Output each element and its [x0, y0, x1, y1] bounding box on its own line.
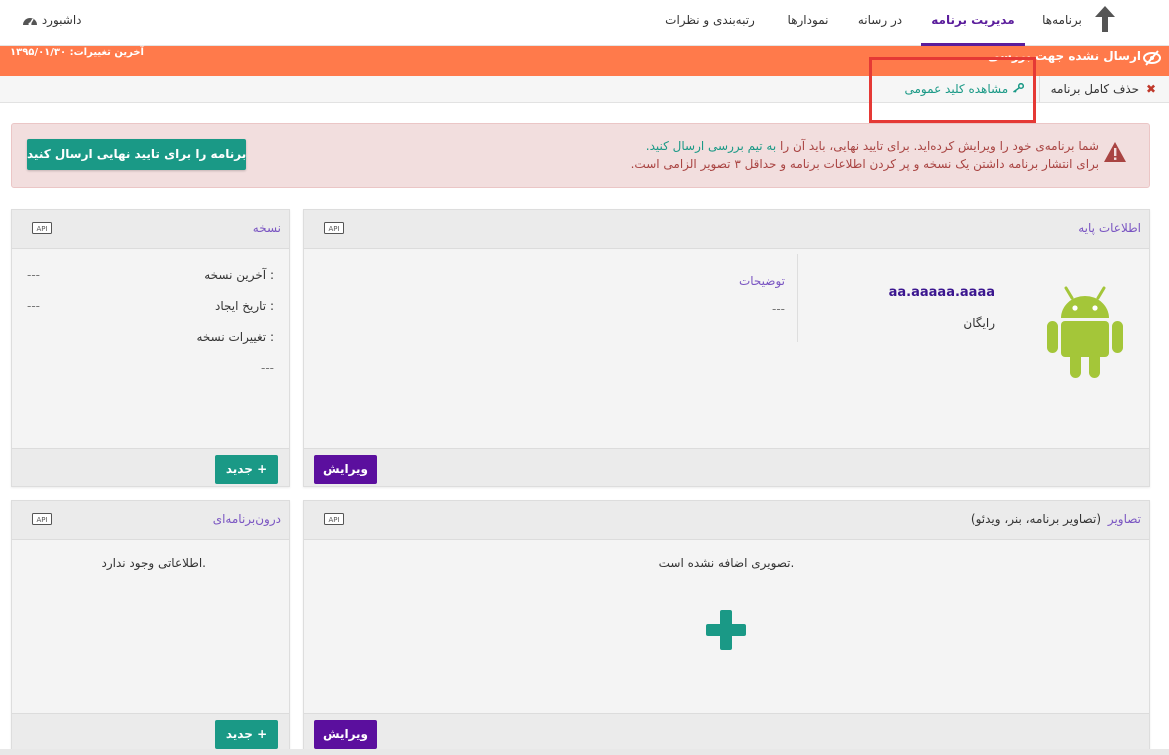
tab-app-management[interactable]: مدیریت برنامه [921, 0, 1025, 46]
created-date-value: --- [27, 299, 40, 313]
horizontal-scrollbar[interactable] [0, 749, 1169, 755]
in-app-panel: درون‌برنامه‌ای API اطلاعاتی وجود ندارد. … [11, 500, 290, 752]
basic-info-footer: ویرایش [304, 448, 1149, 486]
dashboard-gauge-icon [18, 13, 42, 27]
images-title: تصاویر [1107, 512, 1141, 526]
tab-charts[interactable]: نمودارها [776, 0, 840, 46]
api-icon-label: API [328, 516, 339, 524]
basic-info-panel: اطلاعات پایه API aa.aaaaa.aaaa رایگان تو… [303, 209, 1150, 487]
alert-message-line2: برای انتشار برنامه داشتن یک نسخه و پر کر… [630, 157, 1099, 171]
images-footer: ویرایش [304, 713, 1149, 751]
new-version-button[interactable]: جدید + [215, 455, 278, 484]
version-panel: نسخه API آخرین نسخه : --- تاریخ ایجاد : … [11, 209, 290, 487]
version-footer: جدید + [12, 448, 289, 486]
api-icon[interactable]: API [32, 222, 52, 237]
description-value: --- [772, 302, 785, 316]
last-change-date: آخرین تغییرات: ۱۳۹۵/۰۱/۳۰ [10, 47, 144, 58]
images-panel: تصاویر (تصاویر برنامه، بنر، ویدئو) API ت… [303, 500, 1150, 752]
api-icon[interactable]: API [324, 222, 344, 237]
description-title: توضیحات [738, 274, 785, 288]
toolbar-divider [1039, 76, 1040, 102]
package-name: aa.aaaaa.aaaa [888, 285, 995, 300]
in-app-title: درون‌برنامه‌ای [212, 512, 281, 526]
in-app-empty-message: اطلاعاتی وجود ندارد. [101, 556, 206, 570]
basic-info-header: اطلاعات پایه API [304, 210, 1149, 249]
tab-apps[interactable]: برنامه‌ها [1037, 0, 1087, 46]
highlight-annotation-box [869, 57, 1036, 123]
tab-in-media[interactable]: در رسانه [850, 0, 910, 46]
version-changes-label: تغییرات نسخه : [196, 330, 274, 344]
api-icon-label: API [36, 225, 47, 233]
edit-basic-info-button[interactable]: ویرایش [314, 455, 377, 484]
new-in-app-button[interactable]: جدید + [215, 720, 278, 749]
latest-version-label: آخرین نسخه : [204, 268, 274, 282]
logo-arrow-icon[interactable] [1093, 5, 1117, 33]
alert-message-line1: شما برنامه‌ی خود را ویرایش کرده‌اید. برا… [646, 139, 1099, 153]
images-subtitle: (تصاویر برنامه، بنر، ویدئو) [970, 512, 1101, 526]
no-image-message: تصویری اضافه نشده است. [658, 556, 795, 570]
price-label: رایگان [963, 316, 995, 330]
created-date-label: تاریخ ایجاد : [215, 299, 274, 313]
api-icon[interactable]: API [324, 513, 344, 528]
api-icon-label: API [36, 516, 47, 524]
basic-info-title: اطلاعات پایه [1078, 221, 1141, 235]
info-divider [797, 254, 798, 342]
eye-slash-icon [1143, 50, 1161, 69]
edit-images-button[interactable]: ویرایش [314, 720, 377, 749]
in-app-footer: جدید + [12, 713, 289, 751]
alert-message-text: شما برنامه‌ی خود را ویرایش کرده‌اید. برا… [776, 139, 1099, 153]
dashboard-link[interactable]: داشبورد [18, 0, 82, 40]
dashboard-label: داشبورد [41, 13, 82, 27]
delete-app-button[interactable]: حذف کامل برنامه ✖ [1051, 79, 1156, 99]
warning-icon [1103, 141, 1127, 166]
in-app-header: درون‌برنامه‌ای API [12, 501, 289, 540]
api-icon-label: API [328, 225, 339, 233]
version-changes-value: --- [261, 361, 274, 375]
close-icon: ✖ [1145, 82, 1156, 96]
delete-label: حذف کامل برنامه [1050, 82, 1140, 96]
android-icon [1045, 286, 1125, 381]
submit-for-approval-button[interactable]: برنامه را برای تایید نهایی ارسال کنید [27, 139, 246, 170]
review-alert: شما برنامه‌ی خود را ویرایش کرده‌اید. برا… [11, 123, 1150, 188]
tab-ratings-reviews[interactable]: رتبه‌بندی و نظرات [652, 0, 768, 46]
version-title: نسخه [252, 221, 281, 235]
send-to-review-link[interactable]: به تیم بررسی ارسال کنید. [646, 139, 776, 153]
api-icon[interactable]: API [32, 513, 52, 528]
top-navigation: برنامه‌ها مدیریت برنامه در رسانه نموداره… [0, 0, 1169, 46]
version-header: نسخه API [12, 210, 289, 249]
images-header: تصاویر (تصاویر برنامه، بنر، ویدئو) API [304, 501, 1149, 540]
plus-icon[interactable] [706, 610, 746, 650]
latest-version-value: --- [27, 268, 40, 282]
